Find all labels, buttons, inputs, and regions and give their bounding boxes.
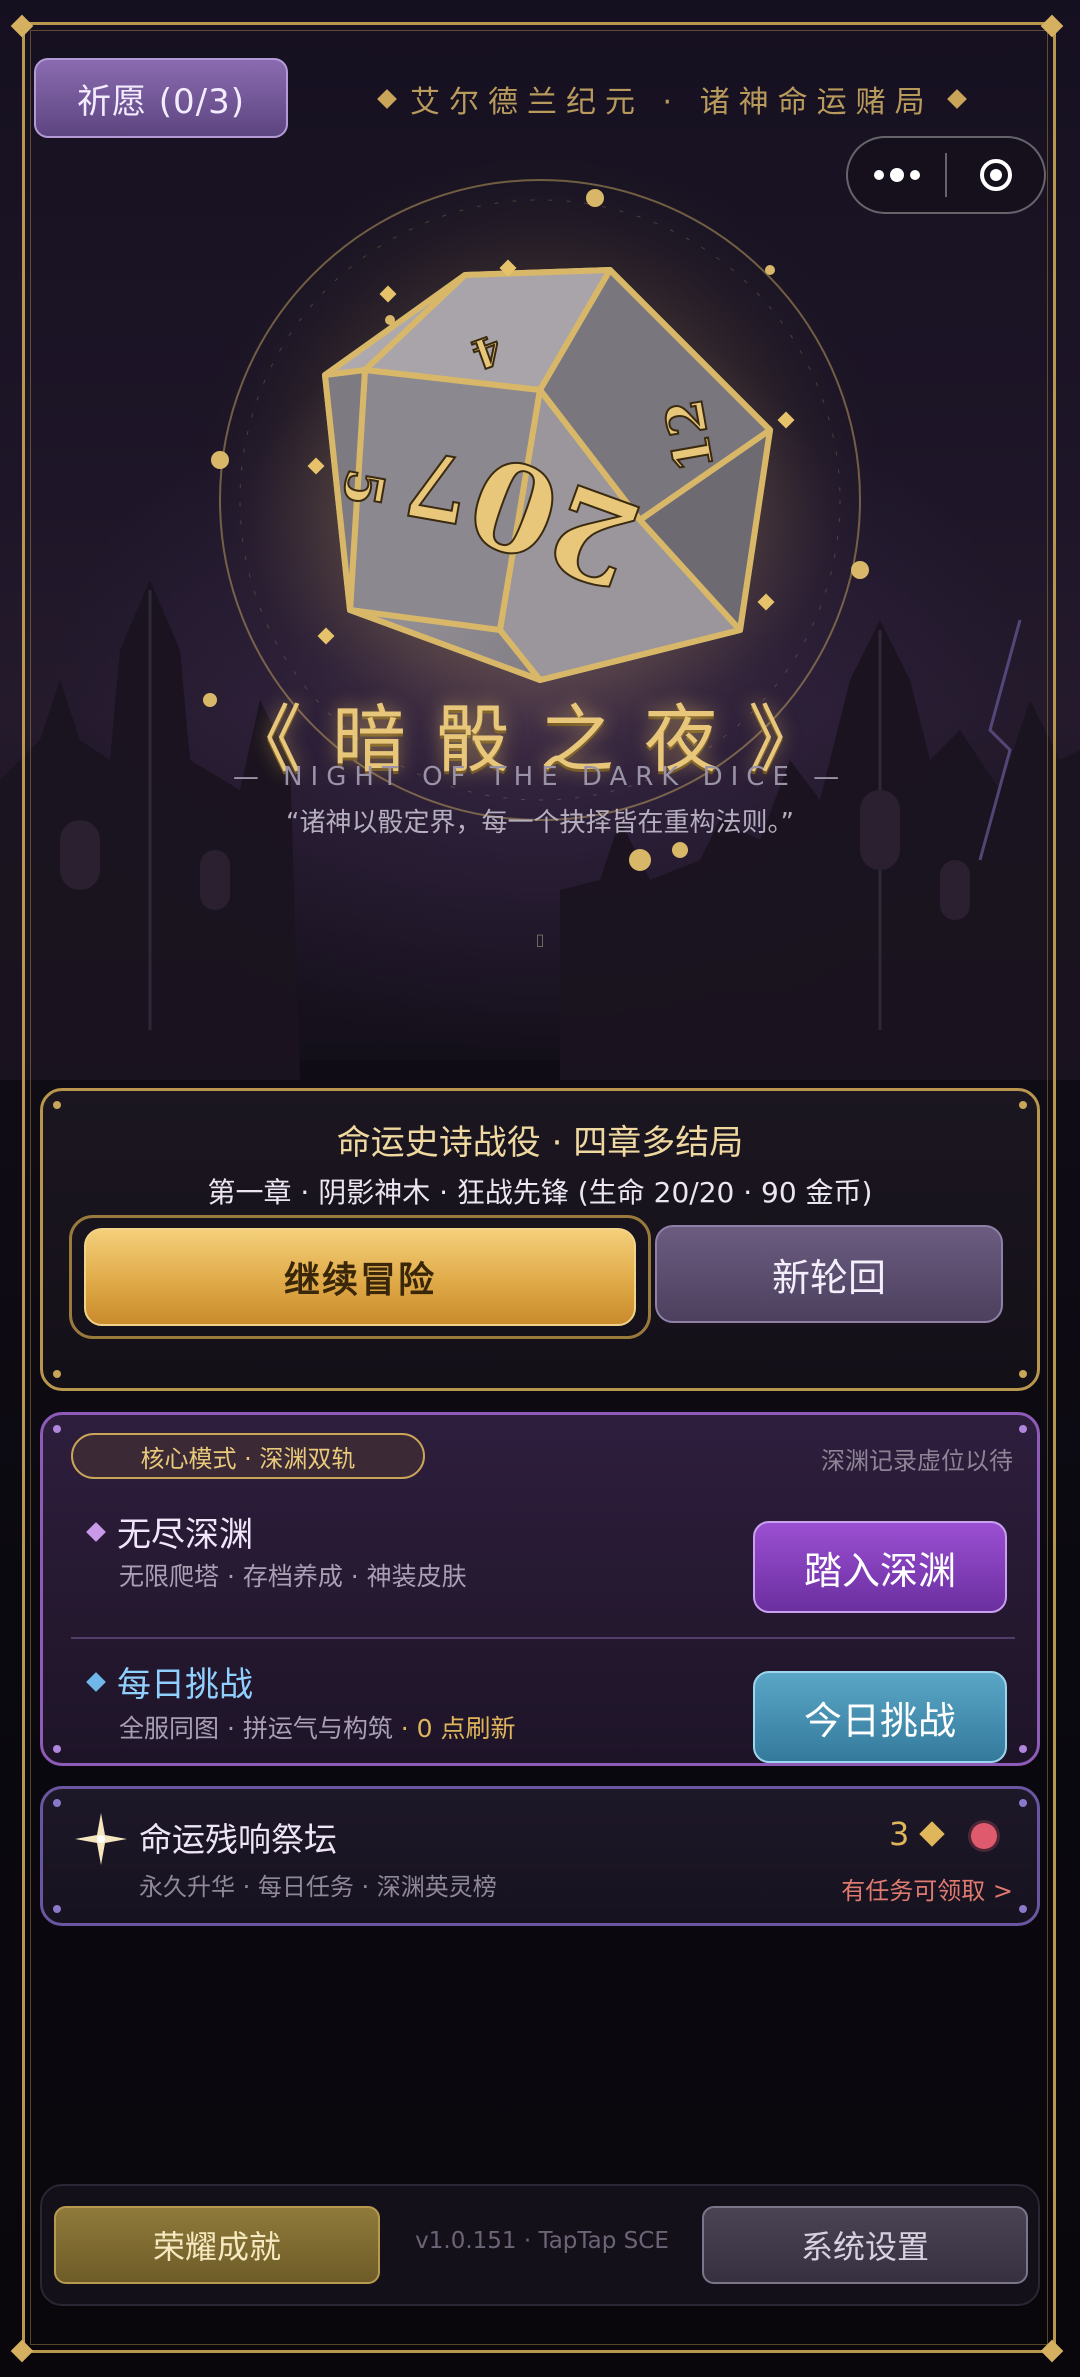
settings-button[interactable]: 系统设置 bbox=[702, 2206, 1028, 2284]
era-text: 艾尔德兰纪元 · 诸神命运赌局 bbox=[410, 85, 934, 120]
panel-corner-dot bbox=[1019, 1799, 1027, 1807]
panel-corner-dot bbox=[53, 1799, 61, 1807]
abyss-modes-panel: 核心模式 · 深渊双轨 深渊记录虚位以待 无尽深渊 无限爬塔 · 存档养成 · … bbox=[40, 1412, 1040, 1766]
continue-adventure-button[interactable]: 继续冒险 bbox=[84, 1228, 636, 1326]
purple-diamond-icon bbox=[86, 1521, 106, 1542]
era-banner: 艾尔德兰纪元 · 诸神命运赌局 bbox=[377, 74, 980, 124]
version-label: v1.0.151 · TapTap SCE bbox=[415, 2228, 669, 2254]
game-quote: “诸神以骰定界，每一个抉择皆在重构法则。” bbox=[286, 808, 794, 838]
gold-diamond-icon bbox=[946, 89, 967, 109]
close-target-icon[interactable] bbox=[947, 138, 1044, 212]
campaign-progress: 第一章 · 阴影神木 · 狂战先锋 (生命 20/20 · 90 金币) bbox=[207, 1176, 873, 1209]
mode-tag-badge: 核心模式 · 深渊双轨 bbox=[71, 1433, 425, 1479]
endless-abyss-label: 无尽深渊 bbox=[117, 1515, 253, 1555]
campaign-panel: 命运史诗战役 · 四章多结局 第一章 · 阴影神木 · 狂战先锋 (生命 20/… bbox=[40, 1088, 1040, 1391]
bottom-bar: 荣耀成就 v1.0.151 · TapTap SCE 系统设置 bbox=[40, 2184, 1040, 2306]
mode-divider bbox=[71, 1637, 1015, 1639]
endless-abyss-desc: 无限爬塔 · 存档养成 · 神装皮肤 bbox=[119, 1562, 467, 1591]
dice-face-12: 12 bbox=[653, 394, 726, 476]
enter-abyss-button[interactable]: 踏入深渊 bbox=[753, 1521, 1007, 1613]
panel-corner-dot bbox=[53, 1745, 61, 1753]
panel-corner-dot bbox=[1019, 1101, 1027, 1109]
game-subtitle: — NIGHT OF THE DARK DICE — bbox=[232, 762, 848, 792]
sparkle-star-icon bbox=[75, 1813, 127, 1865]
achievements-button[interactable]: 荣耀成就 bbox=[54, 2206, 380, 2284]
blue-diamond-icon bbox=[86, 1671, 106, 1692]
panel-corner-dot bbox=[53, 1425, 61, 1433]
new-cycle-button[interactable]: 新轮回 bbox=[655, 1225, 1003, 1323]
gold-diamond-icon bbox=[919, 1821, 946, 1847]
panel-corner-dot bbox=[53, 1101, 61, 1109]
daily-challenge-label: 每日挑战 bbox=[117, 1665, 253, 1705]
panel-corner-dot bbox=[1019, 1425, 1027, 1433]
daily-challenge-button[interactable]: 今日挑战 bbox=[753, 1671, 1007, 1763]
echo-currency-count: 3 bbox=[889, 1815, 946, 1853]
claim-tasks-link[interactable]: 有任务可领取 > bbox=[813, 1871, 1013, 1906]
endless-abyss-title: 无尽深渊 bbox=[86, 1507, 253, 1556]
daily-refresh-time: · 0 点刷新 bbox=[392, 1714, 516, 1743]
campaign-title: 命运史诗战役 · 四章多结局 bbox=[336, 1123, 744, 1163]
panel-corner-dot bbox=[53, 1905, 61, 1913]
echo-count-value: 3 bbox=[889, 1815, 910, 1853]
scroll-hint-icon: ▯ bbox=[535, 930, 545, 949]
daily-challenge-desc: 全服同图 · 拼运气与构筑 · 0 点刷新 bbox=[119, 1709, 516, 1745]
panel-corner-dot bbox=[1019, 1905, 1027, 1913]
panel-corner-dot bbox=[1019, 1745, 1027, 1753]
fate-altar-panel[interactable]: 命运残响祭坛 永久升华 · 每日任务 · 深渊英灵榜 3 有任务可领取 > bbox=[40, 1786, 1040, 1926]
fate-altar-title: 命运残响祭坛 bbox=[139, 1820, 337, 1859]
daily-challenge-title: 每日挑战 bbox=[86, 1657, 253, 1706]
pray-button[interactable]: 祈愿 (0/3) bbox=[34, 58, 288, 138]
fate-altar-desc: 永久升华 · 每日任务 · 深渊英灵榜 bbox=[139, 1873, 497, 1901]
panel-corner-dot bbox=[1019, 1370, 1027, 1378]
abyss-record-note: 深渊记录虚位以待 bbox=[821, 1447, 1013, 1475]
panel-corner-dot bbox=[53, 1370, 61, 1378]
gold-diamond-icon bbox=[377, 89, 397, 109]
continue-button-frame: 继续冒险 bbox=[69, 1215, 651, 1339]
notification-dot bbox=[971, 1823, 997, 1849]
daily-challenge-desc-text: 全服同图 · 拼运气与构筑 bbox=[119, 1714, 393, 1743]
